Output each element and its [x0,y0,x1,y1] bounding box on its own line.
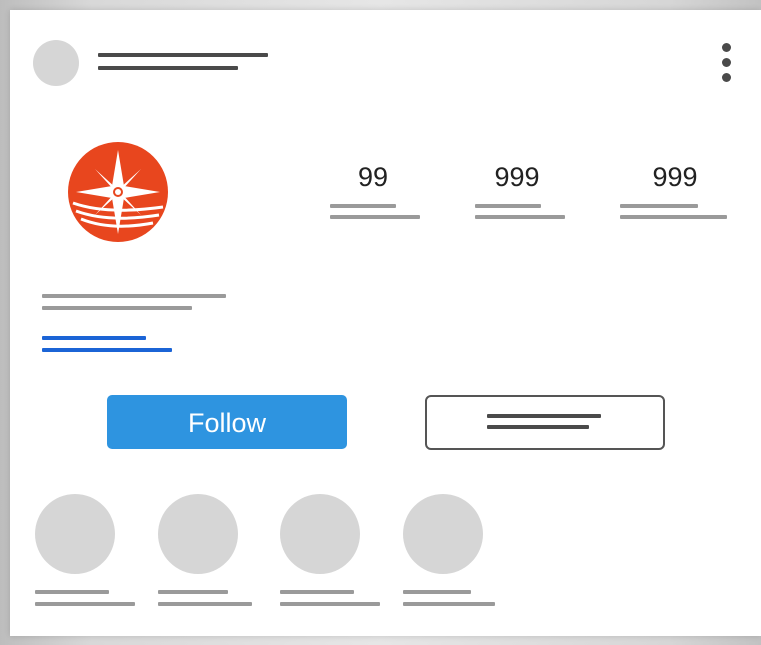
link-line-1 [42,336,146,340]
button-label-line-1 [487,414,601,418]
more-vertical-icon[interactable] [716,40,736,86]
highlight-label-line-1 [280,590,354,594]
highlight-label-line-2 [35,602,135,606]
highlight-label-line-1 [403,590,471,594]
button-label-line-2 [487,425,589,429]
highlight-label-line-2 [403,602,495,606]
stat-label-line-2 [475,215,565,219]
highlight-label-line-1 [35,590,109,594]
highlight-label-line-1 [158,590,228,594]
highlight-label-line-2 [158,602,252,606]
header-avatar[interactable] [33,40,79,86]
profile-logo[interactable] [67,141,169,243]
username-line-2 [98,66,238,70]
highlight-circle [158,494,238,574]
bio-line-1 [42,294,226,298]
stat-label-line-2 [620,215,727,219]
highlight-label-line-2 [280,602,380,606]
highlight-circle [35,494,115,574]
profile-card: 99 999 999 Follow [10,10,761,636]
highlight-circle [280,494,360,574]
stat-label-line-1 [620,204,698,208]
stat-label-line-1 [475,204,541,208]
follow-button[interactable]: Follow [107,395,347,449]
stat-label-line-2 [330,215,420,219]
compass-star-logo [68,142,168,242]
stat-value: 999 [652,162,698,192]
highlight-circle [403,494,483,574]
link-line-2 [42,348,172,352]
stat-value: 999 [494,162,540,192]
username-line-1 [98,53,268,57]
stat-label-line-1 [330,204,396,208]
message-button[interactable] [425,395,665,450]
stat-value: 99 [357,162,389,192]
bio-line-2 [42,306,192,310]
